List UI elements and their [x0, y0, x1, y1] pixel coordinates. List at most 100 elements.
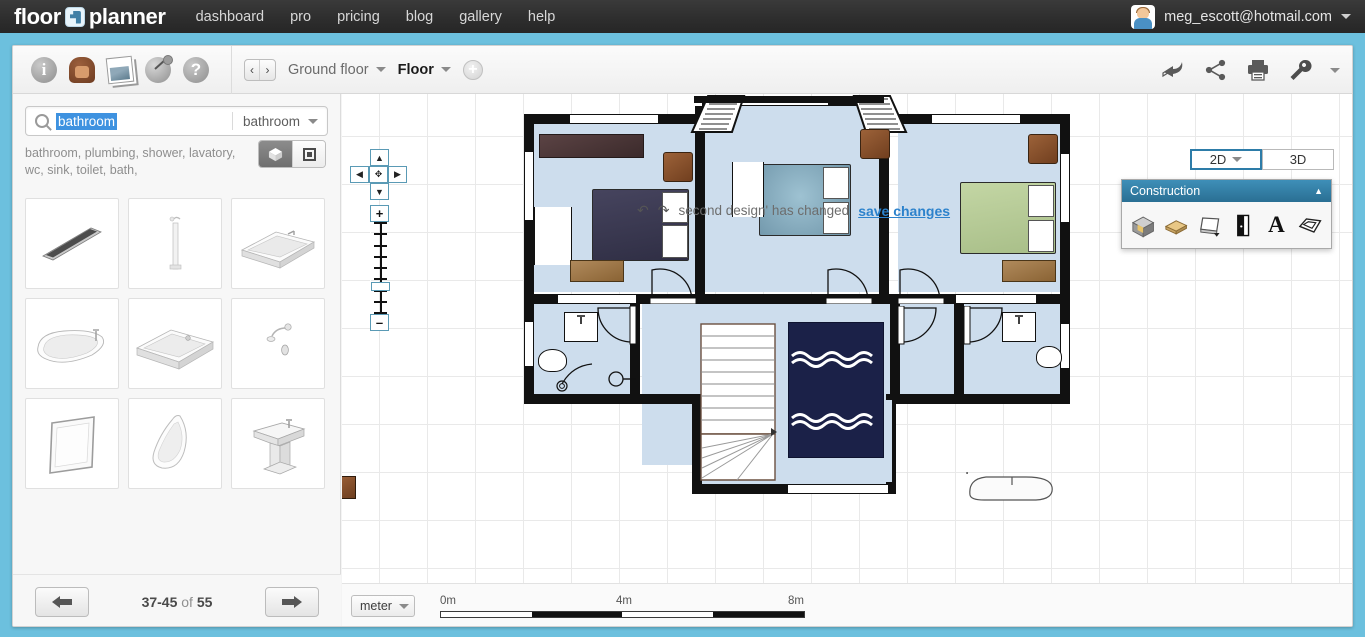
library-item-pedestal-sink[interactable] — [231, 398, 325, 489]
furniture-pillow-right-b — [1028, 220, 1054, 252]
zoom-slider-track[interactable] — [370, 222, 389, 314]
view-mode-toggle: 2D 3D — [1190, 149, 1334, 170]
square-icon — [303, 148, 316, 161]
nav-dashboard[interactable]: dashboard — [196, 9, 265, 25]
nav-pricing[interactable]: pricing — [337, 9, 380, 25]
info-icon[interactable]: i — [31, 57, 57, 83]
next-page-button[interactable] — [265, 587, 319, 617]
nav-blog[interactable]: blog — [406, 9, 433, 25]
chevron-down-icon — [1232, 157, 1242, 162]
library-item-bathtub-rect[interactable] — [231, 198, 325, 289]
window-porch-bottom — [788, 484, 888, 494]
library-view-2d-toggle[interactable] — [292, 141, 325, 167]
construction-polygon-tool[interactable] — [1298, 213, 1322, 238]
zoom-in-button[interactable]: + — [370, 205, 389, 222]
library-category-dropdown[interactable]: bathroom — [233, 114, 327, 129]
library-panel: bathroom bathroom bathroom, plumbing, sh… — [13, 94, 341, 627]
avatar — [1131, 5, 1155, 29]
toolbar-overflow-caret-icon[interactable] — [1330, 68, 1340, 73]
door-bedroom-right — [898, 268, 946, 304]
settings-wrench-icon[interactable] — [1288, 59, 1312, 81]
save-changes-link[interactable]: save changes — [858, 203, 950, 219]
view-2d-button[interactable]: 2D — [1190, 149, 1262, 170]
account-menu[interactable]: meg_escott@hotmail.com — [1131, 0, 1351, 33]
fixture-sink-right-tap — [1002, 312, 1036, 342]
toolbar-divider — [231, 46, 232, 94]
zoom-slider-handle[interactable] — [371, 282, 390, 291]
library-thumbnail-grid — [25, 198, 329, 489]
construction-panel-header[interactable]: Construction ▲ — [1122, 180, 1331, 202]
floor-next-button[interactable]: › — [260, 60, 275, 80]
floor-level-dropdown[interactable]: Ground floor — [288, 62, 386, 78]
pan-up-button[interactable]: ▲ — [370, 149, 389, 166]
construction-surface-tool[interactable] — [1198, 213, 1222, 238]
fixture-shower-valve-left — [606, 368, 640, 390]
collapse-caret-icon[interactable]: ▲ — [1314, 186, 1323, 196]
account-email: meg_escott@hotmail.com — [1164, 9, 1332, 25]
pan-down-button[interactable]: ▼ — [370, 183, 389, 200]
cube-icon — [268, 147, 283, 162]
library-item-bathtub-oval[interactable] — [25, 298, 119, 389]
pan-center-button[interactable]: ✥ — [369, 166, 388, 183]
floorplan-canvas[interactable]: ↶ ↷ second design' has changed save chan… — [342, 94, 1353, 627]
chevron-down-icon — [308, 119, 318, 124]
nav-help[interactable]: help — [528, 9, 555, 25]
floor-layer-dropdown[interactable]: Floor — [398, 62, 451, 78]
floorplan-drawing — [342, 94, 1353, 627]
export-icon[interactable] — [1162, 59, 1186, 81]
floorplanner-logo[interactable]: floor planner — [14, 4, 166, 30]
pan-left-button[interactable]: ◀ — [350, 166, 369, 183]
construction-room-tool[interactable] — [1131, 213, 1155, 238]
nav-pro[interactable]: pro — [290, 9, 311, 25]
zoom-out-button[interactable]: – — [370, 314, 389, 331]
library-item-shower-drain-strip[interactable] — [25, 198, 119, 289]
furniture-rug-pattern — [788, 322, 884, 458]
furniture-dresser-left — [539, 134, 644, 158]
library-item-shower-column[interactable] — [128, 198, 222, 289]
stairs — [699, 322, 777, 484]
furniture-table-left — [570, 260, 624, 282]
construction-floor-tool[interactable] — [1164, 213, 1188, 238]
construction-text-tool[interactable]: A — [1264, 213, 1288, 238]
share-icon[interactable] — [1204, 59, 1228, 81]
globe-pin-icon[interactable] — [145, 57, 171, 83]
view-3d-button[interactable]: 3D — [1262, 149, 1334, 170]
add-floor-button[interactable]: + — [463, 60, 483, 80]
status-message: second design' has changed — [678, 203, 849, 218]
library-item-bathtub-wide[interactable] — [128, 298, 222, 389]
library-view-3d-toggle[interactable] — [259, 141, 292, 167]
window-top-right — [932, 114, 1020, 124]
ruler-tick-2: 8m — [788, 595, 804, 607]
pan-middle-row: ◀ ✥ ▶ — [350, 166, 407, 183]
toolbar-actions — [1162, 46, 1340, 94]
wall-bottom-right — [890, 394, 1070, 404]
construction-door-tool[interactable] — [1231, 213, 1255, 238]
construction-tool-row: A — [1122, 202, 1331, 248]
window-right-bedroom — [1060, 154, 1070, 222]
wall-entry-top — [694, 96, 884, 103]
unit-dropdown[interactable]: meter — [351, 595, 415, 617]
pan-right-button[interactable]: ▶ — [388, 166, 407, 183]
zoom-slider[interactable]: + – — [370, 205, 389, 331]
floor-prev-button[interactable]: ‹ — [245, 60, 260, 80]
furniture-loose-cabinet — [342, 476, 356, 499]
nav-gallery[interactable]: gallery — [459, 9, 502, 25]
window-bathroom-left-top — [558, 294, 636, 304]
redo-button[interactable]: ↷ — [658, 202, 670, 219]
library-item-urinal[interactable] — [128, 398, 222, 489]
scale-bar: meter 0m 4m 8m — [342, 583, 1353, 627]
pagination-range: 37-45 — [142, 594, 178, 610]
photos-icon[interactable] — [106, 55, 135, 84]
library-item-mirror[interactable] — [25, 398, 119, 489]
prev-page-button[interactable] — [35, 587, 89, 617]
library-item-shower-head[interactable] — [231, 298, 325, 389]
help-question-icon[interactable]: ? — [183, 57, 209, 83]
search-input[interactable]: bathroom — [56, 113, 117, 130]
library-search-row: bathroom bathroom — [25, 106, 328, 136]
furniture-chair-icon[interactable] — [69, 57, 95, 83]
top-navigation-bar: floor planner dashboard pro pricing blog… — [0, 0, 1365, 33]
floor-stepper[interactable]: ‹ › — [244, 59, 276, 81]
undo-button[interactable]: ↶ — [637, 202, 649, 219]
wall-bottom-left — [524, 394, 694, 404]
print-icon[interactable] — [1246, 59, 1270, 81]
